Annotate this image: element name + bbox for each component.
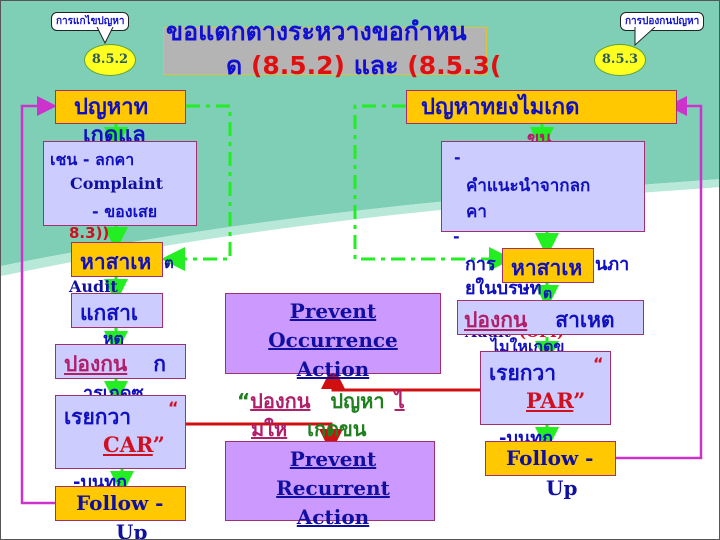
left-follow-label: Follow - xyxy=(76,491,164,515)
right-par-quote-close: ” xyxy=(573,388,586,413)
right-par-quote-open: “ xyxy=(593,354,604,373)
left-callout-label: การแกไขปญหา xyxy=(56,16,125,27)
right-find-cause-box: หาสาเห xyxy=(502,248,594,283)
left-find-cause-tail: ต xyxy=(164,254,174,272)
left-prevent-rest: ก xyxy=(153,352,166,376)
prevent-recurrent-text: Prevent Recurrent Action xyxy=(225,445,441,532)
left-car-acronym: CAR xyxy=(103,432,153,457)
left-prevent-box: ปองกน ก xyxy=(55,344,186,379)
left-ref-text: 8.3)) xyxy=(69,224,110,242)
right-prevent-box: ปองกน สาเหต xyxy=(457,300,644,335)
left-examples-box: เชน - ลกคา Complaint - ของเสย xyxy=(43,141,197,226)
right-follow-overflow: Up xyxy=(546,476,578,500)
right-suggest-line-2: คา xyxy=(466,202,487,222)
right-bullet-2: - xyxy=(453,227,460,246)
prevent-recurrent-line-2: Recurrent xyxy=(276,476,390,500)
right-follow-label: Follow - xyxy=(506,446,594,470)
left-fix-cause-label: แกสาเ xyxy=(80,301,139,325)
title-line-1: ขอแตกตางระหวางขอกำหน xyxy=(166,17,467,46)
prevent-recurrent-line-1: Prevent xyxy=(289,447,377,471)
left-car-quote-close: ” xyxy=(152,432,165,457)
right-problem-label: ปญหาทยงไมเกด xyxy=(421,95,580,120)
left-fix-cause-box: แกสาเ xyxy=(71,293,163,328)
right-find-cause-label: หาสาเห xyxy=(511,256,583,280)
left-badge: 8.5.2 xyxy=(84,44,136,76)
left-problem-box: ปญหาท xyxy=(55,90,186,124)
right-par-prefix: เรยกวา xyxy=(489,361,557,385)
right-suggest-line-1: คำแนะนำจากลก xyxy=(466,176,591,196)
caption-occur: เกดขน xyxy=(307,417,367,441)
left-car-quote-open: “ xyxy=(168,398,179,417)
left-follow-overflow: Up xyxy=(116,520,148,540)
slide: ขอแตกตางระหวางขอกำหน ด (8.5.2) และ (8.5.… xyxy=(0,0,720,540)
title-ref-a: (8.5.2) xyxy=(250,51,345,80)
caption-problem: ปญหา xyxy=(330,389,385,413)
right-prevent-rest: สาเหต xyxy=(555,308,615,332)
left-examples-line-1: เชน - ลกคา xyxy=(50,150,135,169)
right-suggest-box: - คำแนะนำจากลก คา xyxy=(441,141,645,232)
right-callout-tail xyxy=(634,27,656,47)
prevent-occurrence-line-3: Action xyxy=(296,357,370,381)
title-ref-b: (8.5.3( xyxy=(407,51,502,80)
right-callout-label: การปองกนปญหา xyxy=(625,16,700,27)
left-car-box: เรยกวา “ CAR” xyxy=(55,395,186,469)
left-callout: การแกไขปญหา xyxy=(51,12,130,31)
prevent-recurrent-line-3: Action xyxy=(296,505,370,529)
right-problem-box: ปญหาทยงไมเกด xyxy=(406,90,677,124)
left-follow-box: Follow - xyxy=(55,486,186,521)
prevent-occurrence-line-2: Occurrence xyxy=(268,328,398,352)
left-examples-line-2: Complaint xyxy=(70,174,164,193)
right-suggest-bullet: - xyxy=(454,148,461,167)
title-line-2: ด (8.5.2) และ (8.5.3( xyxy=(166,49,506,83)
prevent-occurrence-text: Prevent Occurrence Action xyxy=(225,297,441,384)
right-badge: 8.5.3 xyxy=(594,44,646,76)
caption-not: มให xyxy=(251,417,288,441)
title-and: และ xyxy=(344,51,408,80)
right-par-box: เรยกวา “ PAR” xyxy=(480,351,611,425)
left-examples-line-3: - ของเสย xyxy=(92,202,158,221)
left-problem-label: ปญหาท xyxy=(74,95,149,120)
left-car-prefix: เรยกวา xyxy=(64,405,132,429)
right-prevent-underlined: ปองกน xyxy=(464,308,528,332)
right-internal-b: นภา xyxy=(595,254,630,275)
prevent-occurrence-line-1: Prevent xyxy=(289,299,377,323)
caption-mark: ไ xyxy=(394,389,405,413)
right-par-acronym: PAR xyxy=(526,388,574,413)
right-follow-box: Follow - xyxy=(485,441,616,476)
left-find-cause-label: หาสาเห xyxy=(80,250,152,274)
left-find-cause-box: หาสาเห xyxy=(71,242,163,277)
caption-quote: “ xyxy=(237,389,251,413)
slide-title: ขอแตกตางระหวางขอกำหน ด (8.5.2) และ (8.5.… xyxy=(166,15,506,83)
left-prevent-underlined: ปองกน xyxy=(64,352,128,376)
caption-prevent: ปองกน xyxy=(250,389,311,413)
title-line-2-prefix: ด xyxy=(226,51,251,80)
